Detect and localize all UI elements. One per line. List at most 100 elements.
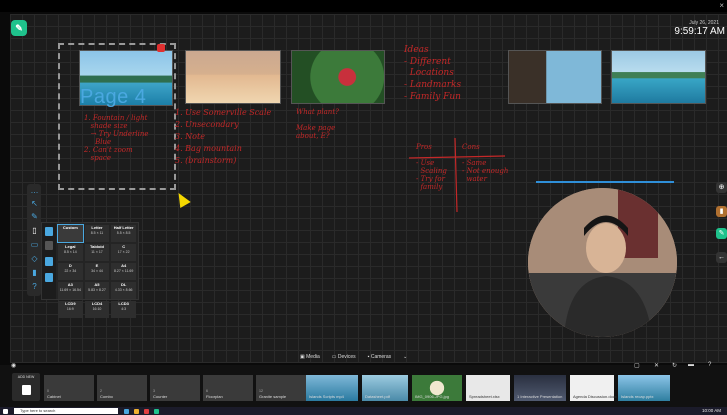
- tray-item-combo[interactable]: 2 Combo: [97, 375, 147, 401]
- back-arrow-icon[interactable]: ←: [716, 252, 727, 263]
- slide-image-lagoon[interactable]: [611, 50, 706, 104]
- item-caption: Cabinet: [47, 394, 61, 399]
- page-size-dimensions: 16:10: [92, 306, 102, 311]
- tab-devices[interactable]: ▭ Devices: [332, 354, 356, 360]
- delete-selection-icon[interactable]: [157, 44, 165, 52]
- page-size-option[interactable]: D 22 × 34: [58, 263, 83, 280]
- webcam-feed[interactable]: [528, 188, 677, 337]
- tray-item-floorplan[interactable]: 6 Floorplan: [203, 375, 253, 401]
- file-caption: Islands Scripts mp4: [309, 394, 344, 399]
- taskbar-folder-icon[interactable]: [134, 409, 139, 414]
- page-size-dimensions: 8.27 × 11.69: [114, 268, 134, 273]
- drawn-blue-line[interactable]: [536, 181, 674, 183]
- item-tag: 6: [206, 389, 208, 393]
- ink-note-ideas[interactable]: Ideas - Different Locations - Landmarks …: [404, 45, 461, 103]
- ink-note-slide2[interactable]: 1. Use Somerville Scale 2. Unsecondary 3…: [175, 107, 271, 167]
- page-doc-icon[interactable]: [45, 273, 53, 282]
- page-template-icon[interactable]: [45, 241, 53, 250]
- add-new-label: ADD NEW: [17, 375, 35, 379]
- tray-file-presentation[interactable]: 1 Interactive Presentation: [514, 375, 566, 401]
- tray-file-islands[interactable]: Islands recap.pptx: [618, 375, 670, 401]
- brush-icon[interactable]: ▮: [716, 206, 727, 217]
- page-size-option[interactable]: Legal 8.5 × 14: [58, 244, 83, 261]
- taskbar-search-input[interactable]: Type here to search: [14, 408, 118, 414]
- page-size-option[interactable]: Custom: [57, 224, 84, 243]
- page-size-option[interactable]: LCD9 16:9: [58, 301, 83, 318]
- tray-file-agenda[interactable]: Agenda Discussion.docx: [570, 375, 617, 401]
- slide-image-statue[interactable]: [508, 50, 602, 104]
- close-icon[interactable]: ×: [719, 1, 724, 10]
- file-caption: Spreadsheet.xlsx: [469, 394, 500, 399]
- taskbar-time: 10:00 AM: [701, 408, 721, 413]
- taskbar-browser-icon[interactable]: [144, 409, 149, 414]
- page-panel-sidebar: [42, 223, 56, 299]
- page-size-option[interactable]: Letter 8.5 × 11: [84, 225, 110, 242]
- file-caption: 1 Interactive Presentation: [517, 394, 563, 399]
- page-size-option[interactable]: A4 8.27 × 11.69: [111, 263, 136, 280]
- page-size-option[interactable]: Half Letter 5.5 × 8.5: [111, 225, 136, 242]
- page-size-option[interactable]: LCD3 4:3: [111, 301, 136, 318]
- tray-item-counter[interactable]: 3 Counter: [150, 375, 200, 401]
- item-caption: Counter: [153, 394, 168, 399]
- ink-note-slide3[interactable]: What plant? Make page about, E?: [296, 108, 339, 140]
- collapse-tabs-icon[interactable]: ⌄: [403, 354, 407, 360]
- page-size-option[interactable]: C 17 × 22: [111, 244, 136, 261]
- item-caption: Granite sample: [259, 394, 287, 399]
- tab-media[interactable]: ▣ Media: [300, 354, 320, 360]
- tray-file-spreadsheet[interactable]: Spreadsheet.xlsx: [466, 375, 510, 401]
- media-tabs: ▣ Media ▭ Devices ▪ Cameras ⌄: [300, 351, 407, 363]
- close-tray-icon[interactable]: ✕: [654, 362, 659, 369]
- app-logo-icon[interactable]: ✎: [11, 20, 27, 36]
- page-size-dimensions: 8.5 × 14: [63, 249, 77, 254]
- page-size-option[interactable]: Tabloid 11 × 17: [84, 244, 110, 261]
- file-caption: Datasheet.pdf: [365, 394, 390, 399]
- clock-time: 9:59:17 AM: [674, 26, 725, 37]
- slide-image-flower[interactable]: [291, 50, 385, 104]
- ink-note-slide1[interactable]: 1. Fountain / light shade size → Try Und…: [84, 114, 148, 162]
- tray-toggle-icon[interactable]: ◉: [11, 362, 16, 369]
- page-size-option[interactable]: A3 11.69 × 16.54: [58, 282, 83, 299]
- page-size-option[interactable]: E 34 × 44: [84, 263, 110, 280]
- shape-icon[interactable]: ◇: [30, 254, 39, 263]
- tray-item-cabinet[interactable]: 0 Cabinet: [44, 375, 94, 401]
- refresh-icon[interactable]: ↻: [672, 362, 677, 369]
- page-size-option[interactable]: LCD4 16:10: [84, 301, 110, 318]
- page-size-dimensions: 5.83 × 8.27: [88, 287, 106, 292]
- taskbar-app-icon[interactable]: [124, 409, 129, 414]
- windows-start-icon[interactable]: [3, 409, 8, 414]
- tray-file-video[interactable]: Islands Scripts mp4: [306, 375, 358, 401]
- edit-icon[interactable]: ✎: [716, 228, 727, 239]
- tab-cameras[interactable]: ▪ Cameras: [368, 354, 391, 360]
- page-icon[interactable]: ▯: [30, 226, 39, 235]
- taskbar-whiteboard-icon[interactable]: [154, 409, 159, 414]
- file-caption: IMG_0906.JPG.jpg: [415, 394, 450, 399]
- page-size-panel: Custom Letter 8.5 × 11 Half Letter 5.5 × 8.5…: [41, 222, 139, 318]
- folder-icon[interactable]: ▬: [688, 362, 694, 368]
- help-icon[interactable]: ?: [30, 282, 39, 291]
- page-size-dimensions: 17 × 22: [117, 249, 130, 254]
- tray-file-datasheet[interactable]: Datasheet.pdf: [362, 375, 408, 401]
- globe-icon[interactable]: ⊕: [716, 182, 727, 193]
- window-icon[interactable]: ▢: [634, 362, 640, 369]
- page-label: Page 4: [80, 86, 147, 108]
- tray-file-image[interactable]: IMG_0906.JPG.jpg: [412, 375, 462, 401]
- title-bar: ×: [0, 0, 727, 12]
- page-size-option[interactable]: DL 4.33 × 8.66: [111, 282, 136, 299]
- page-size-option[interactable]: A5 5.83 × 8.27: [84, 282, 110, 299]
- presenter-video: [528, 188, 677, 337]
- page-size-dimensions: 16:9: [66, 306, 74, 311]
- pen-icon[interactable]: ✎: [30, 212, 39, 221]
- add-new-button[interactable]: ADD NEW: [12, 373, 40, 401]
- page-type-icon[interactable]: [45, 227, 53, 236]
- sticky-note-icon[interactable]: ▮: [30, 268, 39, 277]
- comment-icon[interactable]: ▭: [30, 240, 39, 249]
- page-file-icon[interactable]: [45, 257, 53, 266]
- item-tag: 3: [153, 389, 155, 393]
- item-tag: 2: [100, 389, 102, 393]
- more-icon[interactable]: …: [30, 186, 39, 195]
- tray-item-granite[interactable]: 12 Granite sample: [256, 375, 306, 401]
- help-tray-icon[interactable]: ?: [708, 362, 711, 368]
- select-icon[interactable]: ↖: [30, 199, 39, 208]
- slide-image-beach[interactable]: [185, 50, 281, 104]
- page-size-dimensions: 4.33 × 8.66: [114, 287, 133, 292]
